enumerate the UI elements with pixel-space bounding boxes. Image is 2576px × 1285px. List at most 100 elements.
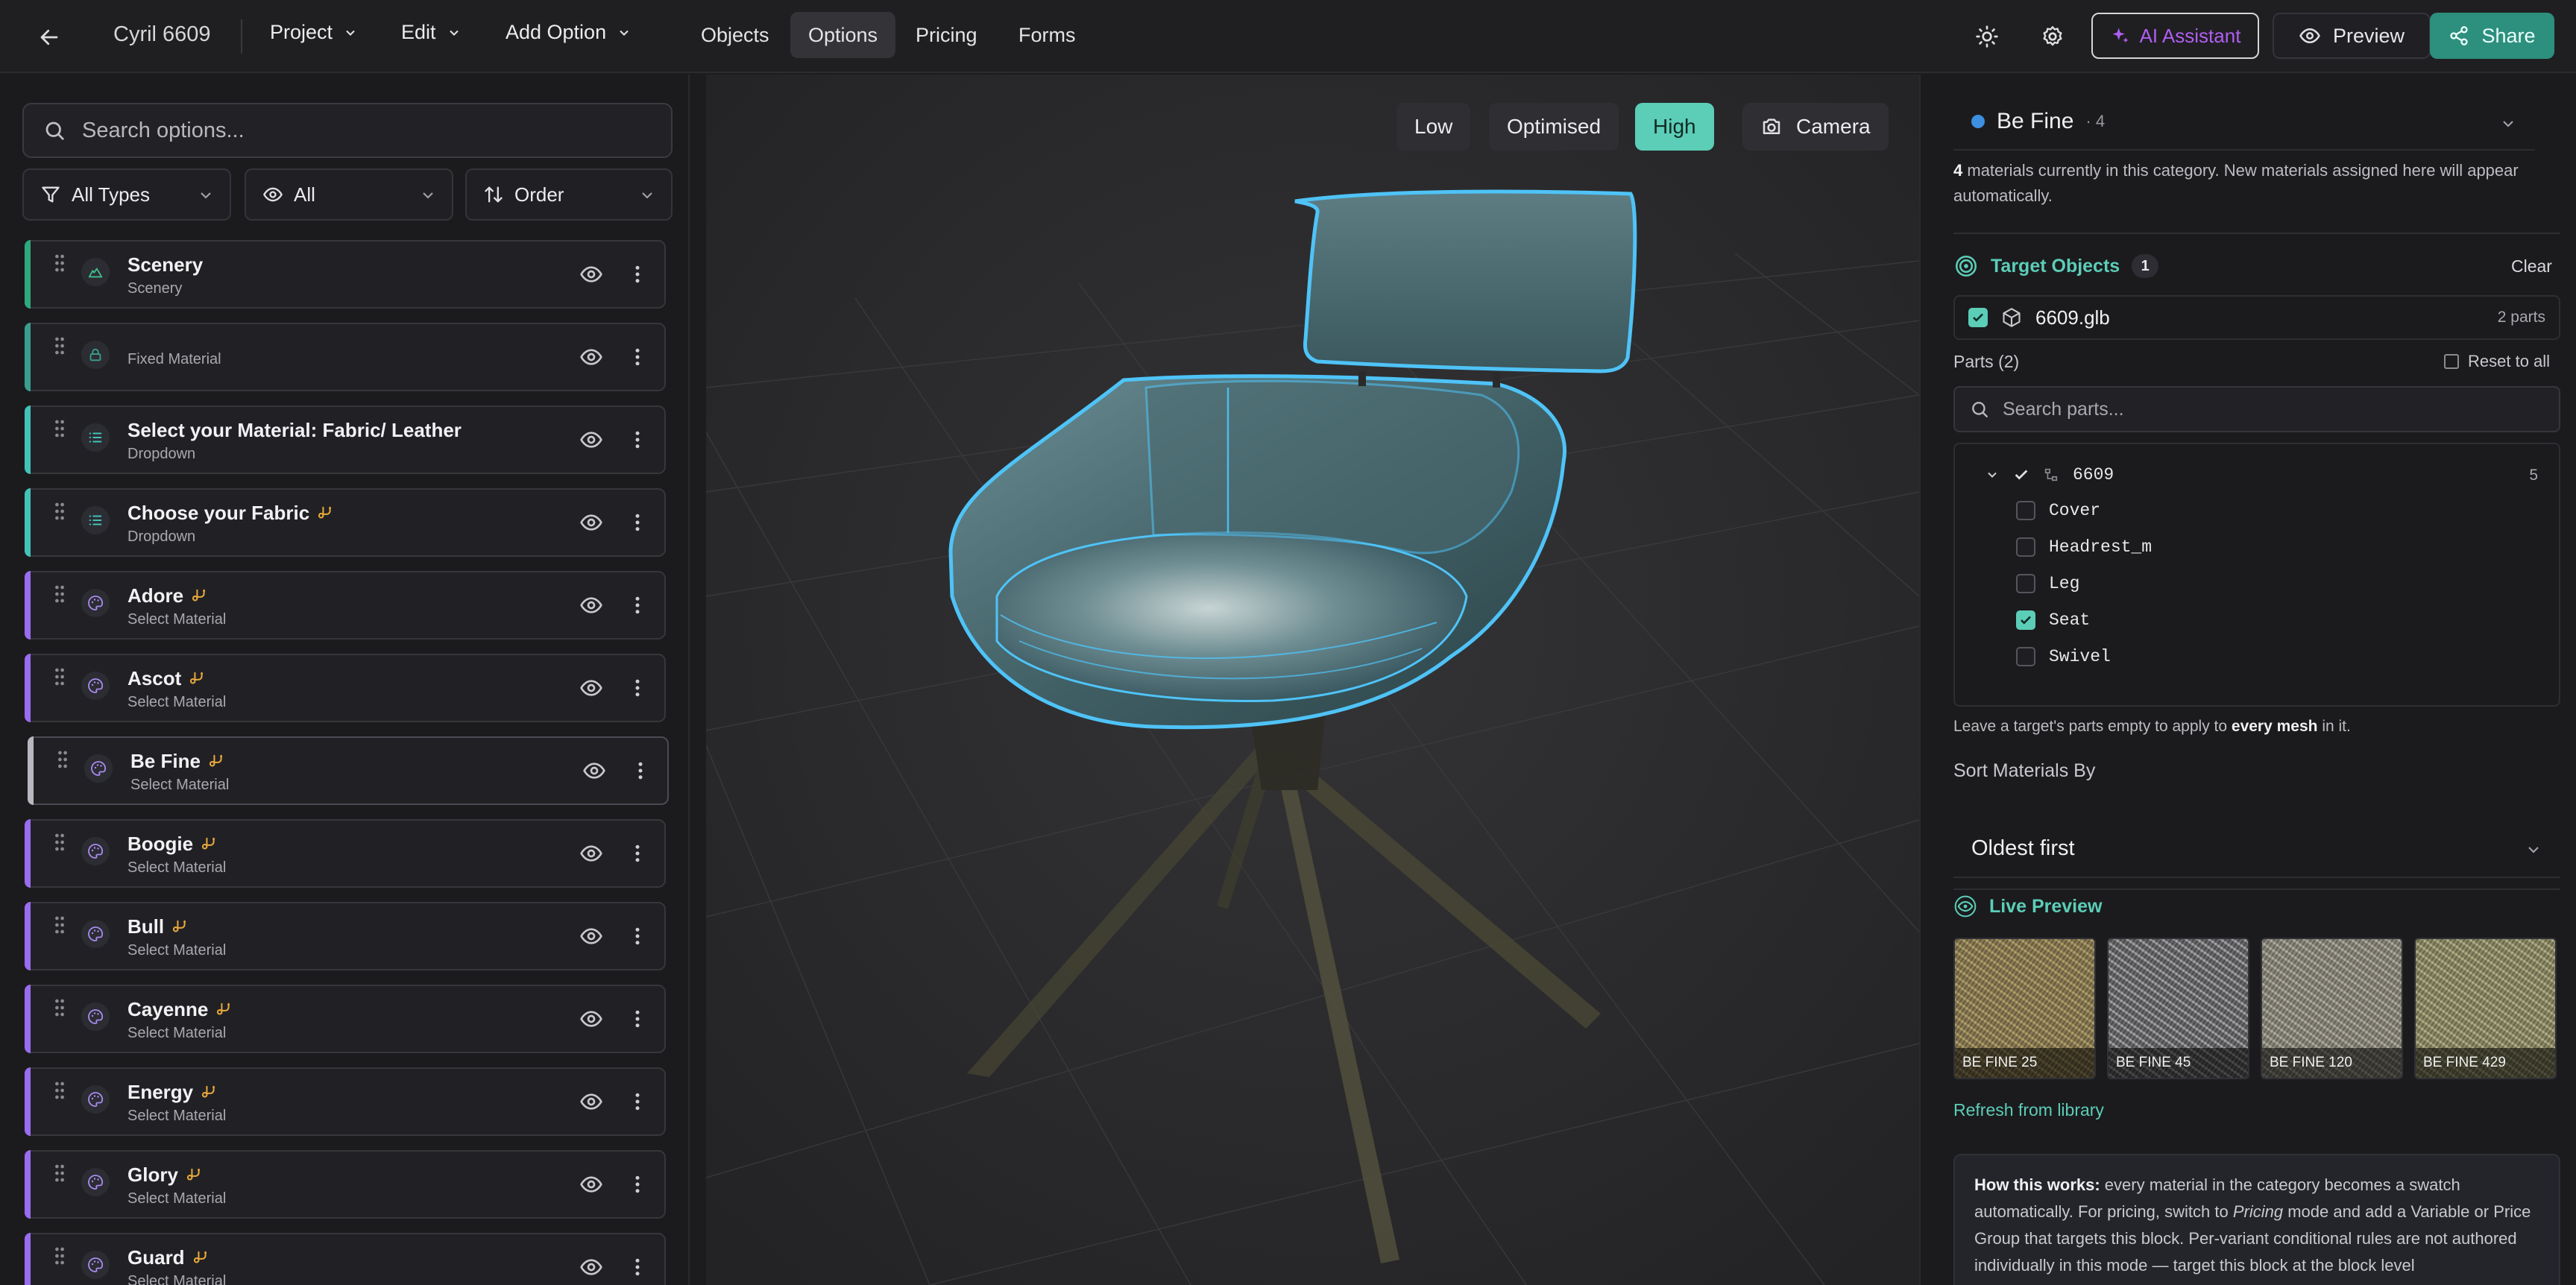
more-vertical-icon[interactable] bbox=[626, 923, 649, 955]
drag-handle-icon[interactable] bbox=[53, 914, 66, 936]
quality-optimised-button[interactable]: Optimised bbox=[1489, 103, 1619, 151]
option-item[interactable]: Fixed Material bbox=[25, 323, 666, 391]
part-checkbox[interactable] bbox=[2016, 501, 2035, 520]
material-swatch[interactable]: BE FINE 429 bbox=[2414, 938, 2557, 1079]
drag-handle-icon[interactable] bbox=[53, 335, 66, 357]
eye-icon[interactable] bbox=[579, 345, 603, 374]
material-swatch[interactable]: BE FINE 120 bbox=[2261, 938, 2403, 1079]
more-vertical-icon[interactable] bbox=[626, 840, 649, 872]
option-item[interactable]: Guard Select Material bbox=[25, 1233, 666, 1285]
target-checkbox[interactable] bbox=[1968, 308, 1988, 327]
quality-low-button[interactable]: Low bbox=[1396, 103, 1471, 151]
option-item[interactable]: Select your Material: Fabric/ Leather Dro… bbox=[25, 405, 666, 474]
eye-icon[interactable] bbox=[579, 262, 603, 291]
menu-add-option[interactable]: Add Option bbox=[506, 21, 632, 44]
parts-search-input[interactable] bbox=[2003, 398, 2525, 420]
drag-handle-icon[interactable] bbox=[53, 831, 66, 853]
eye-icon[interactable] bbox=[579, 1090, 603, 1119]
drag-handle-icon[interactable] bbox=[53, 1079, 66, 1102]
share-button[interactable]: Share bbox=[2430, 13, 2554, 59]
eye-icon[interactable] bbox=[579, 1007, 603, 1036]
drag-handle-icon[interactable] bbox=[53, 666, 66, 688]
more-vertical-icon[interactable] bbox=[626, 675, 649, 707]
more-vertical-icon[interactable] bbox=[626, 1005, 649, 1038]
theme-sun-icon[interactable] bbox=[1971, 21, 2003, 52]
menu-project[interactable]: Project bbox=[270, 21, 358, 44]
filter-order[interactable]: Order bbox=[465, 168, 673, 221]
camera-button[interactable]: Camera bbox=[1742, 103, 1889, 151]
drag-handle-icon[interactable] bbox=[53, 417, 66, 440]
options-search-input[interactable] bbox=[82, 118, 649, 143]
option-item[interactable]: Adore Select Material bbox=[25, 571, 666, 640]
part-checkbox[interactable] bbox=[2016, 647, 2035, 666]
eye-icon[interactable] bbox=[579, 842, 603, 871]
options-search[interactable] bbox=[22, 103, 673, 158]
eye-icon[interactable] bbox=[582, 759, 606, 788]
part-row[interactable]: Seat bbox=[2016, 610, 2090, 630]
3d-viewport[interactable]: Low Optimised High Camera bbox=[706, 75, 1919, 1285]
eye-icon[interactable] bbox=[579, 1255, 603, 1284]
part-row[interactable]: Cover bbox=[2016, 501, 2100, 520]
more-vertical-icon[interactable] bbox=[626, 426, 649, 458]
part-row[interactable]: Headrest_m bbox=[2016, 537, 2152, 557]
option-item[interactable]: Boogie Select Material bbox=[25, 819, 666, 888]
part-checkbox[interactable] bbox=[2016, 574, 2035, 593]
drag-handle-icon[interactable] bbox=[53, 500, 66, 522]
category-select[interactable]: Be Fine · 4 bbox=[1953, 94, 2535, 151]
material-swatch[interactable]: BE FINE 25 bbox=[1953, 938, 2096, 1079]
clear-targets-button[interactable]: Clear bbox=[2511, 256, 2552, 277]
settings-gear-icon[interactable] bbox=[2037, 21, 2068, 52]
drag-handle-icon[interactable] bbox=[53, 1162, 66, 1184]
eye-icon[interactable] bbox=[579, 676, 603, 705]
drag-handle-icon[interactable] bbox=[53, 1245, 66, 1267]
reset-checkbox[interactable] bbox=[2444, 354, 2459, 369]
tab-pricing[interactable]: Pricing bbox=[898, 12, 995, 58]
eye-icon[interactable] bbox=[579, 593, 603, 622]
material-swatch[interactable]: BE FINE 45 bbox=[2107, 938, 2249, 1079]
option-item[interactable]: Cayenne Select Material bbox=[25, 985, 666, 1053]
drag-handle-icon[interactable] bbox=[56, 748, 69, 771]
back-arrow-icon[interactable] bbox=[34, 22, 64, 52]
part-checkbox[interactable] bbox=[2016, 610, 2035, 630]
eye-icon[interactable] bbox=[579, 428, 603, 457]
drag-handle-icon[interactable] bbox=[53, 252, 66, 274]
filter-visibility[interactable]: All bbox=[245, 168, 453, 221]
more-vertical-icon[interactable] bbox=[629, 757, 652, 789]
eye-icon[interactable] bbox=[579, 511, 603, 540]
more-vertical-icon[interactable] bbox=[626, 1088, 649, 1120]
option-item[interactable]: Energy Select Material bbox=[25, 1067, 666, 1136]
target-object-row[interactable]: 6609.glb 2 parts bbox=[1953, 295, 2560, 340]
more-vertical-icon[interactable] bbox=[626, 592, 649, 624]
tab-forms[interactable]: Forms bbox=[1001, 12, 1094, 58]
ai-assistant-button[interactable]: AI Assistant bbox=[2091, 13, 2259, 59]
quality-high-button[interactable]: High bbox=[1635, 103, 1714, 151]
option-item[interactable]: Bull Select Material bbox=[25, 902, 666, 970]
more-vertical-icon[interactable] bbox=[626, 261, 649, 293]
check-icon[interactable] bbox=[2013, 467, 2029, 483]
drag-handle-icon[interactable] bbox=[53, 997, 66, 1019]
reset-to-all[interactable]: Reset to all bbox=[2444, 352, 2550, 371]
more-vertical-icon[interactable] bbox=[626, 1254, 649, 1285]
part-checkbox[interactable] bbox=[2016, 537, 2035, 557]
more-vertical-icon[interactable] bbox=[626, 509, 649, 541]
sort-select[interactable]: Oldest first bbox=[1953, 820, 2560, 878]
option-item[interactable]: Ascot Select Material bbox=[25, 654, 666, 722]
tab-options[interactable]: Options bbox=[790, 12, 896, 58]
part-row[interactable]: Leg bbox=[2016, 574, 2079, 593]
option-item[interactable]: Glory Select Material bbox=[25, 1150, 666, 1219]
more-vertical-icon[interactable] bbox=[626, 344, 649, 376]
preview-button[interactable]: Preview bbox=[2273, 13, 2431, 59]
refresh-library-link[interactable]: Refresh from library bbox=[1953, 1100, 2104, 1120]
option-item[interactable]: Choose your Fabric Dropdown bbox=[25, 488, 666, 557]
option-item[interactable]: Be Fine Select Material bbox=[28, 736, 669, 805]
menu-edit[interactable]: Edit bbox=[401, 21, 462, 44]
part-row[interactable]: Swivel bbox=[2016, 647, 2111, 666]
eye-icon[interactable] bbox=[579, 924, 603, 953]
eye-icon[interactable] bbox=[579, 1172, 603, 1202]
tab-objects[interactable]: Objects bbox=[683, 12, 787, 58]
parts-search[interactable] bbox=[1953, 386, 2560, 432]
chevron-down-icon[interactable] bbox=[1985, 467, 2000, 482]
more-vertical-icon[interactable] bbox=[626, 1171, 649, 1203]
option-item[interactable]: Scenery Scenery bbox=[25, 240, 666, 309]
drag-handle-icon[interactable] bbox=[53, 583, 66, 605]
